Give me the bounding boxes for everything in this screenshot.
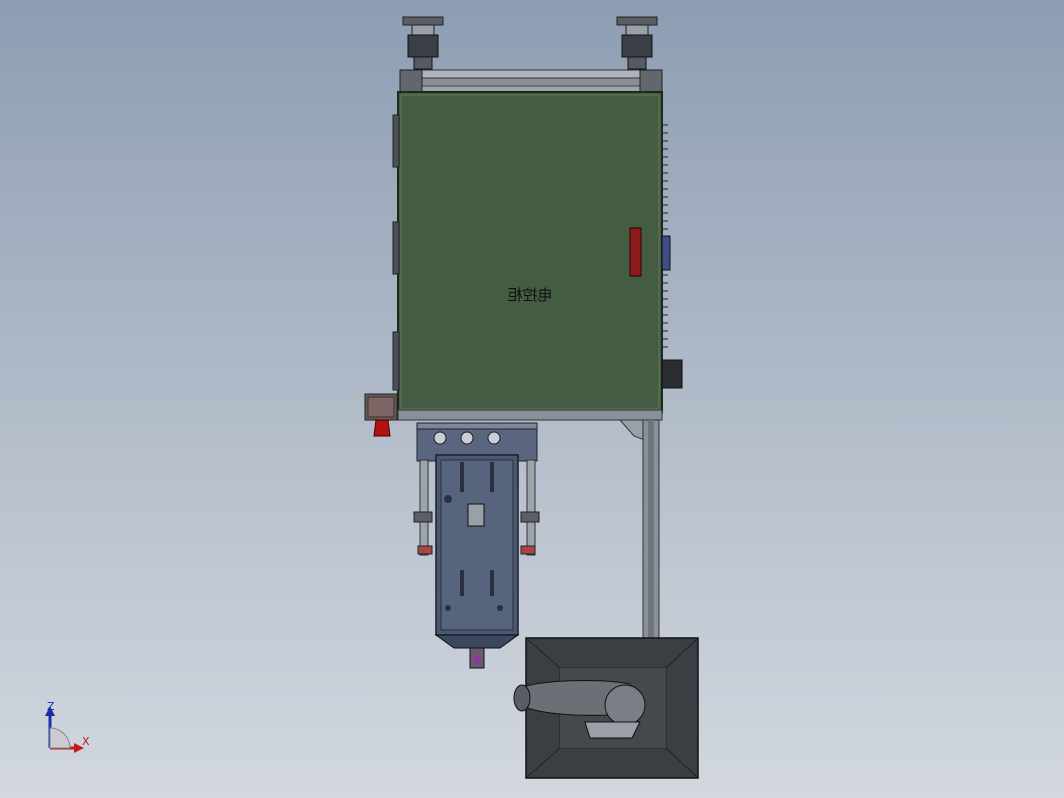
top-frame	[399, 69, 663, 93]
alarm-box	[364, 393, 398, 437]
cad-viewport[interactable]: 电控柜 Z X	[0, 0, 1064, 798]
cabinet-label: 电控柜	[507, 286, 552, 304]
right-top-foot	[616, 16, 658, 70]
cad-model-view[interactable]: 电控柜 Z X	[0, 0, 1064, 798]
linear-slide	[434, 454, 520, 669]
triad-x-label: X	[82, 735, 90, 748]
electrical-cabinet	[392, 91, 683, 421]
triad-z-label: Z	[47, 700, 55, 713]
axis-triad	[45, 706, 84, 753]
cabinet-handle	[629, 227, 642, 277]
left-top-foot	[402, 16, 444, 70]
